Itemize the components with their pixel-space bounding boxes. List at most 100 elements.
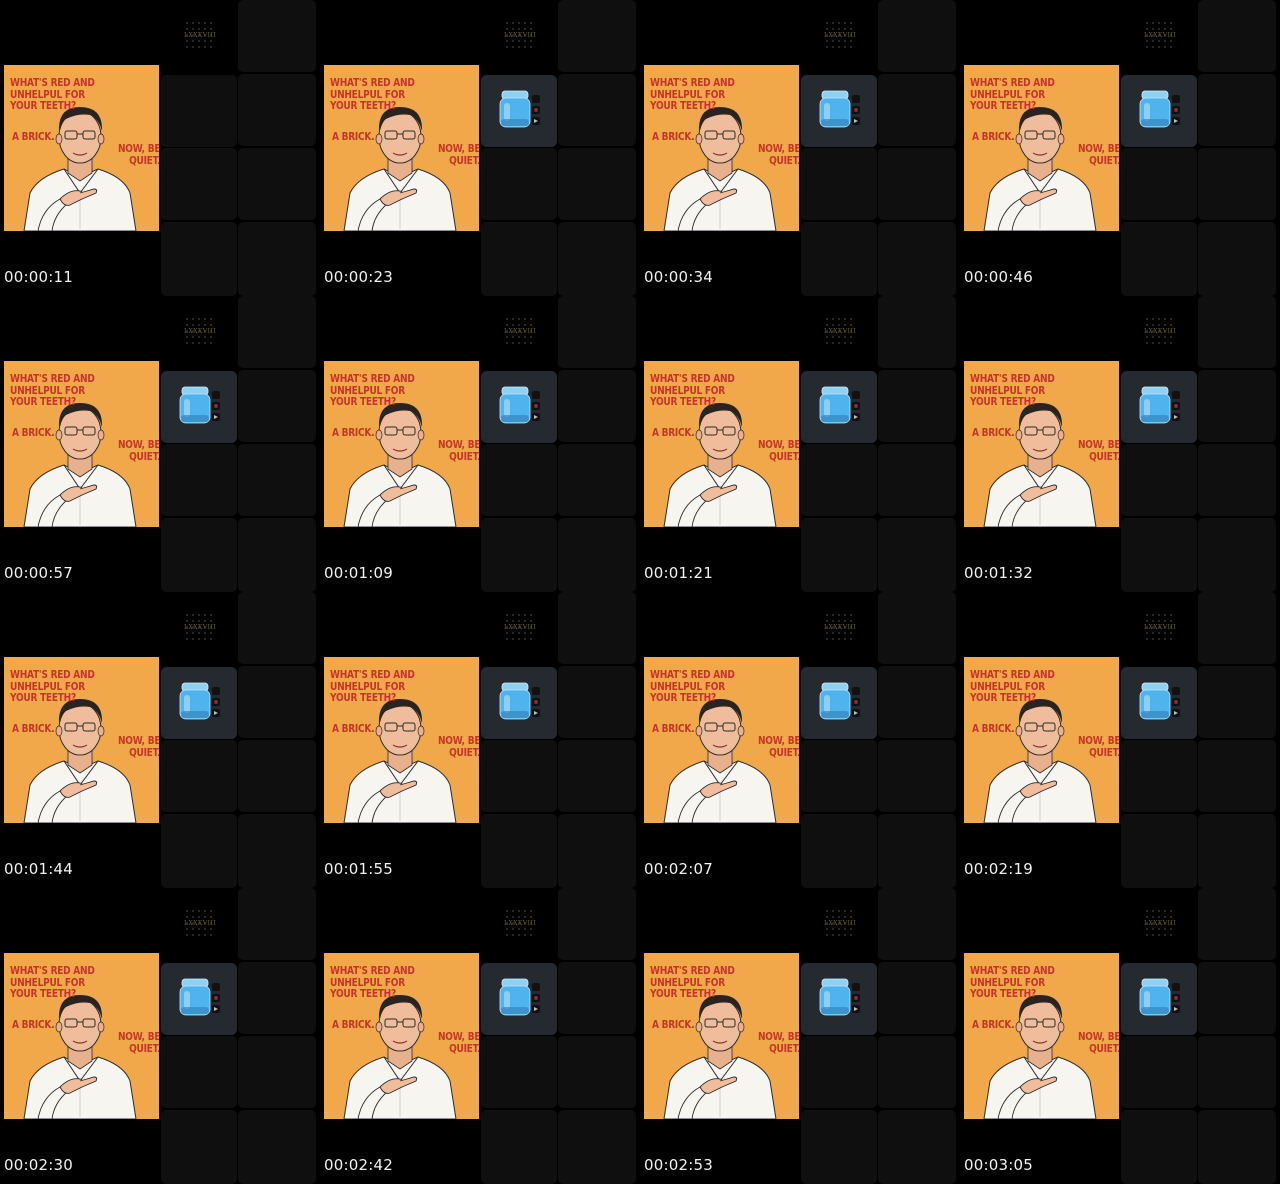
- app-thumbnail-tile[interactable]: [801, 963, 877, 1035]
- poster-question-caption: WHAT'S RED AND UNHELPUL FOR YOUR TEETH?: [970, 669, 1055, 704]
- background-tile: [878, 74, 956, 146]
- background-tile: [161, 75, 237, 147]
- app-thumbnail-tile[interactable]: [481, 75, 557, 147]
- frame-cell[interactable]: LXXXVIII WHAT'S RED AND UNHELPUL FOR YOU…: [0, 592, 320, 888]
- jar-icon: [1139, 386, 1171, 424]
- frame-cell[interactable]: LXXXVIII WHAT'S RED AND UNHELPUL FOR YOU…: [640, 0, 960, 296]
- background-tile: [238, 666, 316, 738]
- frame-cell[interactable]: LXXXVIII WHAT'S RED AND UNHELPUL FOR YOU…: [640, 888, 960, 1184]
- frame-cell[interactable]: LXXXVIII WHAT'S RED AND UNHELPUL FOR YOU…: [320, 296, 640, 592]
- app-thumbnail-tile[interactable]: [481, 667, 557, 739]
- frame-cell[interactable]: LXXXVIII WHAT'S RED AND UNHELPUL FOR YOU…: [960, 592, 1280, 888]
- background-tile: [801, 1110, 877, 1184]
- frame-cell[interactable]: LXXXVIII WHAT'S RED AND UNHELPUL FOR YOU…: [640, 592, 960, 888]
- background-tile: [558, 148, 636, 220]
- frame-cell[interactable]: LXXXVIII WHAT'S RED AND UNHELPUL FOR YOU…: [320, 0, 640, 296]
- background-tile: [1121, 740, 1197, 812]
- frame-timecode: 00:01:55: [324, 860, 393, 878]
- jar-icon: [1139, 90, 1171, 128]
- background-tile: [801, 814, 877, 888]
- app-side-icons: [532, 687, 540, 717]
- background-tile: [878, 518, 956, 592]
- app-thumbnail-tile[interactable]: [1121, 75, 1197, 147]
- background-tile: [558, 222, 636, 296]
- app-thumbnail-tile[interactable]: [161, 667, 237, 739]
- background-tile: [161, 1110, 237, 1184]
- background-tile: [558, 814, 636, 888]
- app-thumbnail-tile[interactable]: [481, 963, 557, 1035]
- poster-question-caption: WHAT'S RED AND UNHELPUL FOR YOUR TEETH?: [330, 77, 415, 112]
- jar-icon: [179, 978, 211, 1016]
- frame-cell[interactable]: LXXXVIII WHAT'S RED AND UNHELPUL FOR YOU…: [960, 888, 1280, 1184]
- frame-cell[interactable]: LXXXVIII WHAT'S RED AND UNHELPUL FOR YOU…: [320, 592, 640, 888]
- background-tile: [801, 148, 877, 220]
- frame-cell[interactable]: LXXXVIII WHAT'S RED AND UNHELPUL FOR YOU…: [960, 0, 1280, 296]
- background-tile: [481, 222, 557, 296]
- poster-answer-caption: A BRICK.: [12, 131, 55, 143]
- background-tile: [238, 74, 316, 146]
- poster-question-caption: WHAT'S RED AND UNHELPUL FOR YOUR TEETH?: [330, 965, 415, 1000]
- app-thumbnail-tile[interactable]: [1121, 963, 1197, 1035]
- app-thumbnail-tile[interactable]: [801, 667, 877, 739]
- poster-frame: WHAT'S RED AND UNHELPUL FOR YOUR TEETH? …: [644, 361, 799, 527]
- poster-frame: WHAT'S RED AND UNHELPUL FOR YOUR TEETH? …: [964, 657, 1119, 823]
- poster-question-caption: WHAT'S RED AND UNHELPUL FOR YOUR TEETH?: [10, 965, 95, 1000]
- app-side-icons: [532, 95, 540, 125]
- poster-tail-caption: NOW, BE QUIET.: [1078, 143, 1119, 167]
- frame-cell[interactable]: LXXXVIII WHAT'S RED AND UNHELPUL FOR YOU…: [0, 296, 320, 592]
- background-tile: [238, 1036, 316, 1108]
- poster-tail-caption: NOW, BE QUIET.: [438, 143, 479, 167]
- poster-question-caption: WHAT'S RED AND UNHELPUL FOR YOUR TEETH?: [650, 373, 735, 408]
- background-tile: [558, 666, 636, 738]
- app-thumbnail-tile[interactable]: [1121, 371, 1197, 443]
- poster-answer-caption: A BRICK.: [332, 723, 375, 735]
- frame-cell[interactable]: LXXXVIII WHAT'S RED AND UNHELPUL FOR YOU…: [0, 0, 320, 296]
- app-side-icons: [852, 391, 860, 421]
- background-tile: [161, 444, 237, 516]
- app-side-icons: [1172, 391, 1180, 421]
- corner-tag: LXXXVIII: [504, 920, 537, 927]
- frame-timecode: 00:01:44: [4, 860, 73, 878]
- frame-timecode: 00:00:57: [4, 564, 73, 582]
- frame-cell[interactable]: LXXXVIII WHAT'S RED AND UNHELPUL FOR YOU…: [960, 296, 1280, 592]
- frame-cell[interactable]: LXXXVIII WHAT'S RED AND UNHELPUL FOR YOU…: [0, 888, 320, 1184]
- background-tile: [558, 0, 636, 72]
- app-thumbnail-tile[interactable]: [481, 371, 557, 443]
- background-tile: [801, 1036, 877, 1108]
- poster-tail-caption: NOW, BE QUIET.: [1078, 735, 1119, 759]
- poster-question-caption: WHAT'S RED AND UNHELPUL FOR YOUR TEETH?: [650, 77, 735, 112]
- jar-icon: [819, 682, 851, 720]
- corner-tag: LXXXVIII: [824, 920, 857, 927]
- jar-icon: [819, 386, 851, 424]
- background-tile: [1121, 1036, 1197, 1108]
- frame-cell[interactable]: LXXXVIII WHAT'S RED AND UNHELPUL FOR YOU…: [320, 888, 640, 1184]
- app-thumbnail-tile[interactable]: [1121, 667, 1197, 739]
- background-tile: [1198, 296, 1276, 368]
- app-thumbnail-tile[interactable]: [801, 371, 877, 443]
- background-tile: [558, 296, 636, 368]
- corner-tag: LXXXVIII: [504, 624, 537, 631]
- background-tile: [801, 444, 877, 516]
- app-side-icons: [212, 983, 220, 1013]
- background-tile: [481, 814, 557, 888]
- background-tile: [1121, 1110, 1197, 1184]
- poster-answer-caption: A BRICK.: [332, 131, 375, 143]
- corner-tag: LXXXVIII: [504, 328, 537, 335]
- app-thumbnail-tile[interactable]: [161, 963, 237, 1035]
- poster-frame: WHAT'S RED AND UNHELPUL FOR YOUR TEETH? …: [964, 65, 1119, 231]
- frame-timecode: 00:00:34: [644, 268, 713, 286]
- app-thumbnail-tile[interactable]: [161, 371, 237, 443]
- frame-timecode: 00:00:11: [4, 268, 73, 286]
- frame-cell[interactable]: LXXXVIII WHAT'S RED AND UNHELPUL FOR YOU…: [640, 296, 960, 592]
- background-tile: [558, 518, 636, 592]
- frame-timecode: 00:01:32: [964, 564, 1033, 582]
- background-tile: [238, 296, 316, 368]
- corner-tag: LXXXVIII: [824, 624, 857, 631]
- poster-answer-caption: A BRICK.: [332, 1019, 375, 1031]
- background-tile: [878, 888, 956, 960]
- app-thumbnail-tile[interactable]: [801, 75, 877, 147]
- poster-frame: WHAT'S RED AND UNHELPUL FOR YOUR TEETH? …: [324, 361, 479, 527]
- background-tile: [481, 148, 557, 220]
- background-tile: [1198, 592, 1276, 664]
- poster-frame: WHAT'S RED AND UNHELPUL FOR YOUR TEETH? …: [644, 953, 799, 1119]
